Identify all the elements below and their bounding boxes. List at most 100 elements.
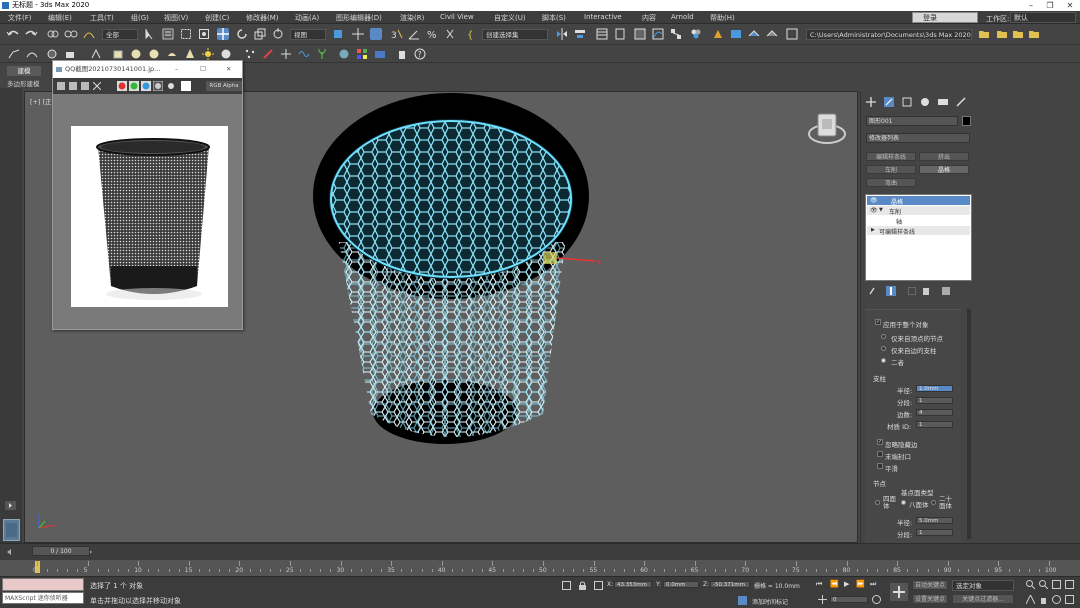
channel-dropdown[interactable]: RGB Alpha [206,81,242,91]
motion-tab-icon[interactable] [920,97,930,107]
menu-graph-editors[interactable]: 图形编辑器(D) [336,13,382,23]
render-cloud-icon[interactable] [786,28,798,40]
prev-frame-button[interactable]: ⏪ [830,580,839,588]
snap-3d-icon[interactable]: 3 [390,28,404,40]
show-end-result-icon[interactable] [886,286,896,296]
menu-scripting[interactable]: 脚本(S) [542,13,566,23]
minimize-button[interactable]: – [1022,0,1040,11]
menu-civil-view[interactable]: Civil View [440,13,474,21]
pan-icon[interactable] [1039,595,1048,604]
copy-image-icon[interactable] [69,82,77,90]
clear-image-icon[interactable] [93,82,101,90]
selection-filter-dropdown[interactable]: 全部 [102,29,138,40]
bind-spacewarp-icon[interactable] [82,28,96,40]
isolate-icon[interactable] [562,581,571,590]
viewer-close-button[interactable]: ✕ [226,61,231,78]
named-selection-dropdown[interactable]: 创建选择集 [482,29,548,40]
render-iterative-icon[interactable] [766,28,778,40]
configure-sets-icon[interactable] [942,287,950,295]
menu-arnold[interactable]: Arnold [671,13,694,21]
strut-sides-spinner[interactable]: 4 [916,409,953,416]
project-path-dropdown[interactable]: C:\Users\Administrator\Documents\3ds Max… [806,29,972,40]
rotate-icon[interactable] [236,28,248,40]
time-tag-icon[interactable] [738,596,747,605]
mirror-icon[interactable] [556,28,568,40]
save-image-icon[interactable] [57,82,65,90]
fov-icon[interactable] [1026,595,1035,604]
display-tab-icon[interactable] [938,97,948,107]
object-paint-icon[interactable] [64,48,76,60]
btn-lathe[interactable]: 车削 [866,165,916,174]
move-tool-button[interactable] [217,28,229,40]
make-unique-icon[interactable] [908,287,916,295]
menu-help[interactable]: 帮助(H) [710,13,735,23]
utilities-tab-icon[interactable] [956,97,966,107]
curve-editor-icon[interactable] [652,28,664,40]
plant-icon[interactable] [316,48,328,60]
zoom-icon[interactable] [1026,580,1035,589]
menu-interactive[interactable]: Interactive [584,13,622,21]
align-icon[interactable] [574,28,586,40]
camera-icon[interactable] [220,48,232,60]
spinner-snap-icon[interactable] [444,28,456,40]
green-channel-icon[interactable] [129,81,139,91]
menu-animation[interactable]: 动画(A) [295,13,319,23]
light-icon[interactable] [202,48,214,60]
menu-modifiers[interactable]: 修改器(M) [246,13,279,23]
key-filters-button[interactable]: 关键点过滤器... [952,594,1014,604]
container-icon[interactable] [374,48,386,60]
pin-stack-icon[interactable] [868,287,876,295]
project-new-icon[interactable] [1012,28,1024,40]
joint-segments-spinner[interactable]: 1 [916,529,953,536]
modifier-list-dropdown[interactable]: 修改器列表 [866,133,970,143]
absolute-mode-icon[interactable] [594,581,603,590]
apply-whole-checkbox[interactable]: ✓ [875,319,881,325]
key-selection-dropdown[interactable]: 选定对象 [952,580,1014,591]
redo-icon[interactable] [24,28,38,40]
select-manipulate-icon[interactable] [352,28,364,40]
joint-radius-spinner[interactable]: 5.0mm [916,517,953,524]
menu-file[interactable]: 文件(F) [8,13,32,23]
spacewarps-icon[interactable] [298,48,310,60]
auto-key-button[interactable]: 自动关键点 [912,580,948,590]
red-channel-icon[interactable] [117,81,127,91]
z-coordinate-field[interactable]: -50.371mm [710,581,750,588]
cylinder-icon[interactable] [130,48,142,60]
timeline-prev-arrow-icon[interactable] [5,548,13,556]
object-name-field[interactable]: 图形001 [866,116,958,126]
selection-tools-icon[interactable] [46,48,58,60]
help-icon[interactable]: ? [414,48,426,60]
expand-arrow-icon[interactable] [5,501,16,510]
menu-group[interactable]: 组(G) [131,13,149,23]
zoom-all-icon[interactable] [1039,580,1048,589]
ribbon-sub-label[interactable]: 多边形建模 [7,78,40,88]
btn-lattice[interactable]: 晶格 [919,165,969,174]
teapot-icon[interactable] [166,48,178,60]
panel-scrollbar[interactable] [967,309,971,539]
alpha-channel-icon[interactable] [153,81,163,91]
blue-channel-icon[interactable] [141,81,151,91]
material-editor-icon[interactable] [690,28,702,40]
grid-icon[interactable] [356,48,368,60]
select-object-icon[interactable] [144,28,156,40]
remove-modifier-icon[interactable] [922,287,930,295]
layer-explorer-icon[interactable] [614,28,626,40]
ref-coord-dropdown[interactable]: 视图 [290,29,326,40]
create-tab-icon[interactable] [866,97,876,107]
hierarchy-tab-icon[interactable] [902,97,912,107]
viewport-label[interactable]: [+] [正 [30,96,52,106]
expand-icon[interactable]: ▶ [871,227,875,233]
end-caps-checkbox[interactable] [877,451,883,457]
project-open-icon[interactable] [996,28,1008,40]
menu-content[interactable]: 内容 [642,13,656,23]
modify-tab-icon[interactable] [884,97,894,107]
pivot-center-icon[interactable] [332,28,344,40]
cone-icon[interactable] [184,48,196,60]
unlink-icon[interactable] [64,28,78,40]
object-color-swatch[interactable] [962,116,971,126]
rendered-frame-icon[interactable] [730,28,742,40]
maximize-viewport-icon[interactable] [1065,595,1074,604]
render-sphere-icon[interactable] [338,48,350,60]
edit-named-sets-icon[interactable]: { [466,28,478,40]
btn-bend[interactable]: 弯曲 [866,178,916,187]
